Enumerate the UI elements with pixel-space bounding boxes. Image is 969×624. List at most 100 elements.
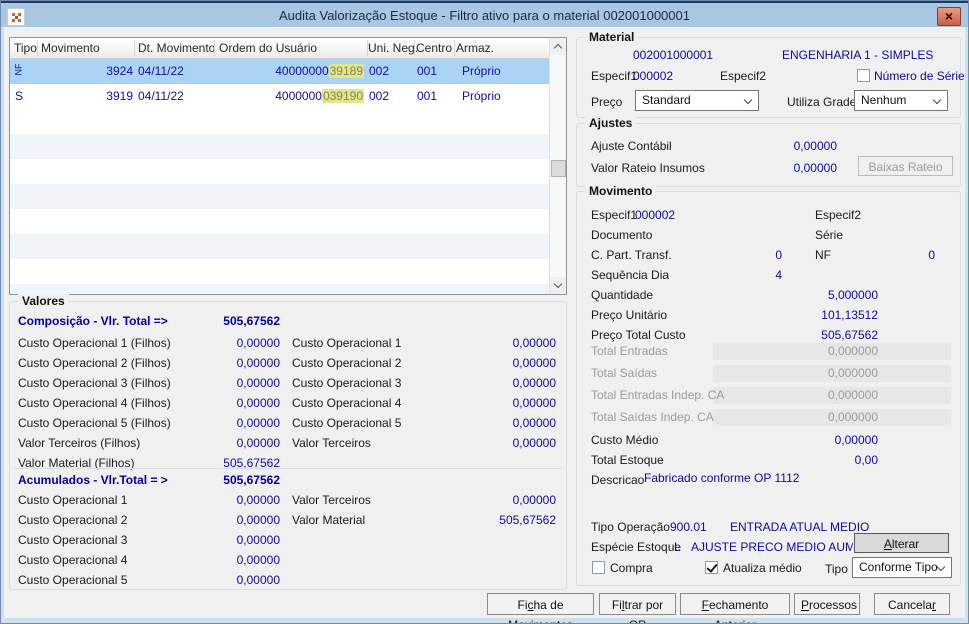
tipo-operacao-label: Tipo Operação — [591, 520, 670, 534]
ajustes-group: Ajustes Ajuste Contábil 0,00000 Valor Rat… — [576, 116, 961, 187]
nf-label: NF — [815, 248, 831, 262]
window-title: Audita Valorização Estoque - Filtro ativ… — [279, 8, 690, 23]
field-label: Custo Operacional 2 (Filhos) — [18, 356, 171, 370]
compra-checkbox[interactable] — [592, 561, 605, 574]
col-header-uni-neg[interactable]: Uni. Neg. — [368, 41, 418, 56]
field-label: Custo Operacional 2 — [18, 513, 128, 527]
col-header-ordem[interactable]: Ordem do Usuário — [219, 41, 317, 56]
numero-serie-checkbox[interactable] — [857, 69, 870, 82]
field-value: 0,00000 — [236, 513, 280, 527]
row-centro: 001 — [417, 89, 438, 103]
movimento-title: Movimento — [585, 184, 657, 198]
window-border-bottom — [1, 618, 968, 623]
total-entradas-label: Total Entradas — [591, 344, 668, 358]
close-button[interactable]: × — [937, 7, 961, 26]
alterar-especie-button[interactable]: Alterar Espécie — [854, 533, 949, 569]
composicao-heading: Composição - Vlr. Total => 505,67562 — [18, 314, 280, 328]
table-row-empty — [10, 134, 549, 159]
especif2-label: Especif2 — [720, 69, 767, 83]
preco-unitario-label: Preço Unitário — [591, 308, 668, 322]
field-label: Custo Operacional 3 — [292, 376, 402, 390]
table-row-empty — [10, 234, 549, 259]
col-header-movimento[interactable]: Movimento — [41, 41, 100, 56]
total-entradas-value: 0,000000 — [827, 344, 878, 358]
cancelar-button[interactable]: Cancelar — [874, 593, 950, 615]
especif1-value: 000002 — [633, 69, 674, 83]
col-header-dt-movimento[interactable]: Dt. Movimento — [138, 41, 215, 56]
ordem-highlight: 39189 — [328, 64, 364, 78]
field-label: Custo Operacional 4 — [18, 553, 128, 567]
utiliza-grade-select[interactable]: Nenhum — [854, 90, 948, 111]
field-label: Custo Operacional 1 — [18, 493, 128, 507]
table-row[interactable]: NF 3924 04/11/22 4000000039189 002 001 P… — [10, 59, 549, 84]
row-centro: 001 — [417, 64, 438, 78]
row-uni-neg: 002 — [369, 89, 390, 103]
scroll-up-icon[interactable] — [550, 38, 566, 55]
total-estoque-value: 0,00 — [854, 453, 878, 467]
field-value: 0,00000 — [236, 436, 280, 450]
field-value: 0,00000 — [236, 493, 280, 507]
table-row[interactable]: S 3919 04/11/22 4000000039190 002 001 Pr… — [10, 84, 549, 109]
field-value: 0,00000 — [512, 336, 556, 350]
preco-unitario-value: 101,13512 — [821, 308, 878, 322]
field-value: 0,00000 — [236, 376, 280, 390]
row-uni-neg: 002 — [369, 64, 390, 78]
row-tipo: NF — [13, 63, 24, 76]
field-value: 0,00000 — [236, 553, 280, 567]
documento-label: Documento — [591, 228, 653, 242]
field-label: Valor Terceiros — [292, 493, 371, 507]
chevron-down-icon — [936, 562, 946, 572]
numero-serie-label: Número de Série — [874, 69, 965, 83]
total-saidas-value: 0,000000 — [827, 366, 878, 380]
especif1-label: Especif1 — [591, 69, 638, 83]
valores-title: Valores — [18, 294, 69, 308]
utiliza-grade-label: Utiliza Grade — [787, 95, 857, 109]
cpart-value: 0 — [775, 248, 782, 262]
table-row-empty — [10, 209, 549, 234]
row-armaz: Próprio — [462, 89, 501, 103]
material-group: Material 002001000001 ENGENHARIA 1 - SIM… — [576, 30, 965, 118]
row-ordem: 4000000039190 — [275, 89, 364, 103]
field-label: Custo Operacional 4 (Filhos) — [18, 396, 171, 410]
compra-label: Compra — [610, 561, 653, 575]
table-scrollbar[interactable] — [549, 38, 566, 294]
title-bar[interactable]: Audita Valorização Estoque - Filtro ativ… — [1, 1, 968, 27]
field-value: 0,00000 — [512, 436, 556, 450]
window-border-left — [1, 27, 4, 623]
atualiza-medio-checkbox[interactable] — [705, 561, 718, 574]
table-header: Tipo Movimento Dt. Movimento Ordem do Us… — [10, 38, 549, 59]
processos-button[interactable]: Processos — [794, 593, 860, 615]
field-value: 0,00000 — [236, 533, 280, 547]
table-row-empty — [10, 109, 549, 134]
scrollbar-thumb[interactable] — [551, 160, 566, 177]
fechamento-anterior-button[interactable]: Fechamento Anterior — [680, 593, 790, 623]
ficha-de-movimentos-button[interactable]: Ficha de Movimentos — [487, 593, 594, 623]
filtrar-por-op-button[interactable]: Filtrar por OP — [599, 593, 676, 623]
field-label: Custo Operacional 3 (Filhos) — [18, 376, 171, 390]
valor-rateio-label: Valor Rateio Insumos — [591, 161, 705, 175]
field-label: Custo Operacional 3 — [18, 533, 128, 547]
close-icon: × — [944, 8, 954, 24]
total-entradas-indep-value: 0,000000 — [827, 388, 878, 402]
material-code: 002001000001 — [633, 48, 714, 62]
field-label: Custo Operacional 5 (Filhos) — [18, 416, 171, 430]
field-value: 0,00000 — [512, 376, 556, 390]
field-value: 505,67562 — [499, 513, 556, 527]
custo-medio-value: 0,00000 — [834, 433, 878, 447]
table-row-empty — [10, 259, 549, 284]
col-header-centro[interactable]: Centro — [416, 41, 452, 56]
field-value: 0,00000 — [512, 396, 556, 410]
field-value: 0,00000 — [236, 396, 280, 410]
col-header-tipo[interactable]: Tipo — [14, 41, 37, 56]
field-label: Valor Terceiros — [292, 436, 371, 450]
descricao-value: Fabricado conforme OP 1112 — [644, 471, 800, 485]
acumulados-heading: Acumulados - Vlr.Total = > 505,67562 — [18, 473, 280, 487]
valor-rateio-value: 0,00000 — [793, 161, 837, 175]
scroll-down-icon[interactable] — [550, 277, 566, 294]
preco-select[interactable]: Standard — [635, 90, 759, 111]
field-value: 0,00000 — [512, 356, 556, 370]
tipo-select[interactable]: Conforme Tipo — [852, 557, 952, 578]
quantidade-value: 5,000000 — [827, 288, 878, 302]
sequencia-dia-label: Sequência Dia — [591, 268, 670, 282]
col-header-armaz[interactable]: Armaz. — [456, 41, 494, 56]
